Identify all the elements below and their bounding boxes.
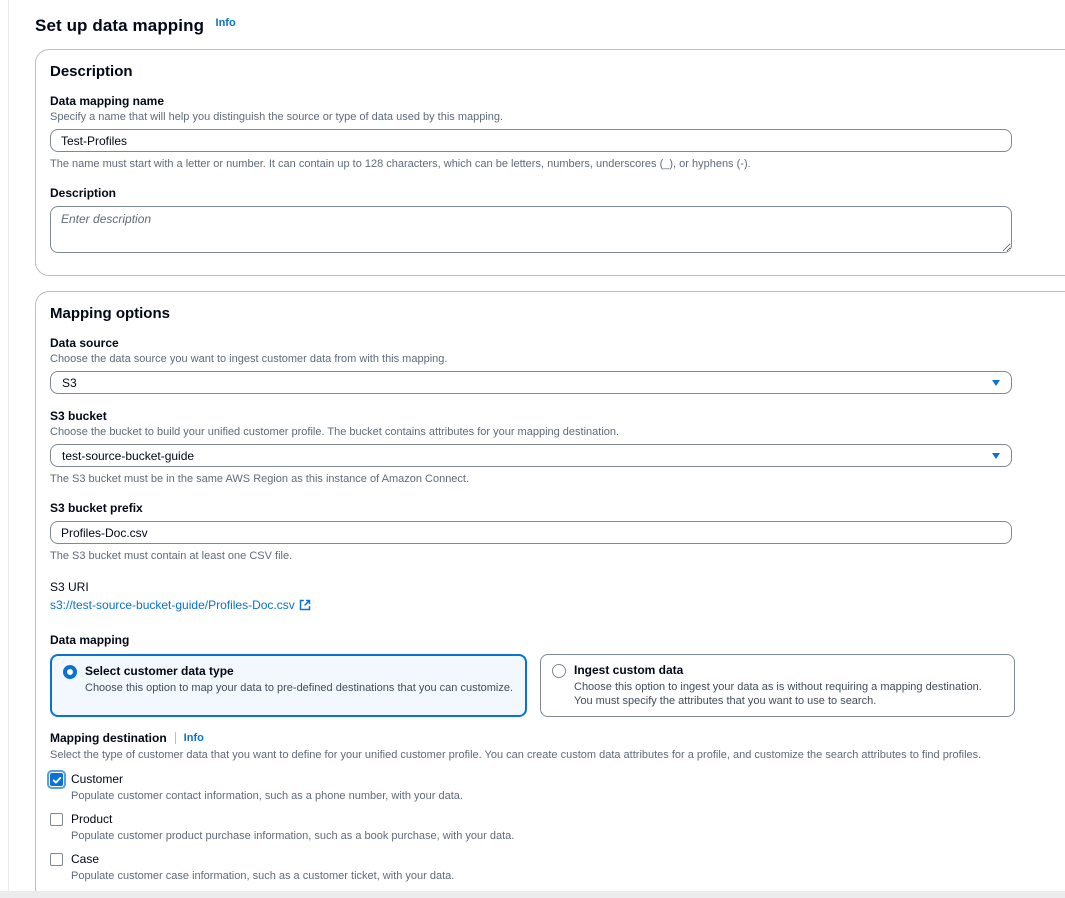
data-mapping-tiles: Select customer data type Choose this op… (50, 654, 1063, 717)
tile-label: Select customer data type (85, 664, 513, 679)
description-field: Description (50, 185, 1063, 253)
description-label: Description (50, 185, 1063, 201)
s3-bucket-prefix-field: S3 bucket prefix The S3 bucket must cont… (50, 500, 1063, 563)
tile-description: Choose this option to map your data to p… (85, 681, 513, 695)
s3-bucket-label: S3 bucket (50, 408, 1063, 424)
radio-unselected-icon (552, 664, 566, 678)
data-source-select[interactable]: S3 (50, 371, 1012, 394)
s3-bucket-prefix-input[interactable] (50, 521, 1012, 544)
content-left-divider (8, 0, 9, 898)
bottom-scroll-edge (0, 891, 1065, 898)
data-mapping-name-field: Data mapping name Specify a name that wi… (50, 93, 1063, 171)
data-source-description: Choose the data source you want to inges… (50, 352, 1063, 366)
main-content: Set up data mapping Info Description Dat… (35, 0, 1065, 898)
data-source-selected-value: S3 (62, 376, 77, 390)
s3-bucket-constraint: The S3 bucket must be in the same AWS Re… (50, 472, 1063, 486)
mapping-options-card: Mapping options Data source Choose the d… (35, 291, 1065, 898)
data-mapping-label: Data mapping (50, 632, 1063, 648)
checkbox-description: Populate customer contact information, s… (71, 789, 1063, 803)
description-card-heading: Description (50, 63, 1063, 80)
radio-selected-icon (63, 665, 77, 679)
s3-bucket-prefix-label: S3 bucket prefix (50, 500, 1063, 516)
s3-uri-label: S3 URI (50, 579, 1063, 595)
tile-label: Ingest custom data (574, 663, 1003, 678)
page-title: Set up data mapping (35, 16, 204, 35)
checkbox-label: Case (71, 852, 99, 867)
destination-option-customer: Customer Populate customer contact infor… (50, 772, 1063, 803)
mapping-destination-info-link[interactable]: Info (184, 732, 204, 744)
checkbox-unchecked-icon[interactable] (50, 853, 63, 866)
data-mapping-name-input[interactable] (50, 129, 1012, 152)
data-mapping-name-description: Specify a name that will help you distin… (50, 110, 1063, 124)
mapping-destination-header: Mapping destination Info (50, 731, 1063, 745)
data-source-label: Data source (50, 335, 1063, 351)
data-mapping-name-constraint: The name must start with a letter or num… (50, 157, 1063, 171)
chevron-down-icon (992, 453, 1000, 459)
description-card: Description Data mapping name Specify a … (35, 49, 1065, 276)
s3-uri-link[interactable]: s3://test-source-bucket-guide/Profiles-D… (50, 598, 311, 612)
s3-uri-link-text: s3://test-source-bucket-guide/Profiles-D… (50, 598, 295, 612)
mapping-destination-label: Mapping destination (50, 731, 167, 745)
mapping-destination-description: Select the type of customer data that yo… (50, 748, 1063, 762)
external-link-icon (299, 599, 311, 611)
tile-ingest-custom-data[interactable]: Ingest custom data Choose this option to… (540, 654, 1015, 717)
s3-bucket-selected-value: test-source-bucket-guide (62, 449, 194, 463)
checkbox-description: Populate customer product purchase infor… (71, 829, 1063, 843)
tile-description: Choose this option to ingest your data a… (574, 680, 1003, 708)
data-source-field: Data source Choose the data source you w… (50, 335, 1063, 394)
checkbox-description: Populate customer case information, such… (71, 869, 1063, 883)
checkbox-label: Product (71, 812, 112, 827)
checkbox-row[interactable]: Customer (50, 772, 1063, 787)
s3-bucket-field: S3 bucket Choose the bucket to build you… (50, 408, 1063, 486)
checkbox-unchecked-icon[interactable] (50, 813, 63, 826)
chevron-down-icon (992, 380, 1000, 386)
mapping-options-heading: Mapping options (50, 305, 1063, 322)
destination-option-product: Product Populate customer product purcha… (50, 812, 1063, 843)
s3-bucket-description: Choose the bucket to build your unified … (50, 425, 1063, 439)
destination-option-case: Case Populate customer case information,… (50, 852, 1063, 883)
label-info-divider (175, 732, 176, 744)
page-header: Set up data mapping Info (35, 16, 1065, 36)
data-mapping-field: Data mapping Select customer data type C… (50, 632, 1063, 717)
data-mapping-name-label: Data mapping name (50, 93, 1063, 109)
s3-bucket-select[interactable]: test-source-bucket-guide (50, 444, 1012, 467)
checkbox-row[interactable]: Case (50, 852, 1063, 867)
s3-uri-field: S3 URI s3://test-source-bucket-guide/Pro… (50, 579, 1063, 614)
page-info-link[interactable]: Info (216, 17, 236, 29)
s3-bucket-prefix-constraint: The S3 bucket must contain at least one … (50, 549, 1063, 563)
description-textarea[interactable] (50, 206, 1012, 253)
checkbox-row[interactable]: Product (50, 812, 1063, 827)
checkbox-label: Customer (71, 772, 123, 787)
tile-select-customer-data-type[interactable]: Select customer data type Choose this op… (50, 654, 527, 717)
checkbox-checked-icon[interactable] (50, 773, 63, 786)
